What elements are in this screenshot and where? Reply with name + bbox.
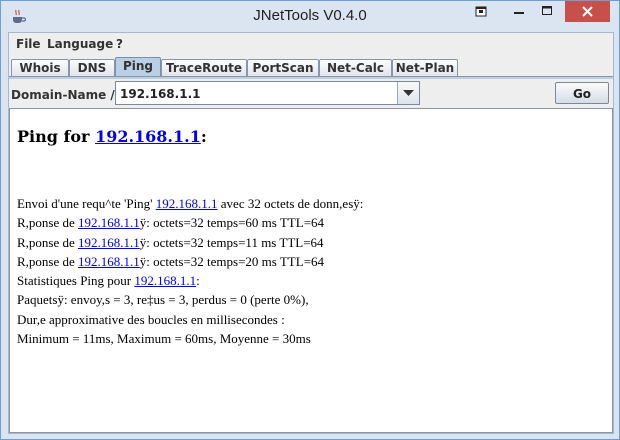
output-line: R,ponse de 192.168.1.1ÿ: octets=32 temps… bbox=[17, 215, 325, 231]
chevron-down-icon bbox=[403, 90, 414, 96]
ip-link[interactable]: 192.168.1.1 bbox=[156, 196, 218, 211]
menu-file[interactable]: File bbox=[16, 37, 41, 51]
maximize-icon bbox=[542, 6, 552, 15]
ip-link[interactable]: 192.168.1.1 bbox=[134, 273, 196, 288]
client-area: File Language ? Whois DNS Ping TraceRout… bbox=[8, 32, 614, 434]
dropdown-button[interactable] bbox=[397, 82, 419, 104]
output-line: R,ponse de 192.168.1.1ÿ: octets=32 temps… bbox=[17, 234, 324, 250]
maximize-button[interactable] bbox=[533, 1, 561, 22]
minimize-button[interactable] bbox=[505, 1, 533, 22]
title-ip-link[interactable]: 192.168.1.1 bbox=[95, 127, 201, 146]
output-line: Minimum = 11ms, Maximum = 60ms, Moyenne … bbox=[17, 331, 311, 347]
restore-button[interactable] bbox=[461, 1, 501, 22]
tab-net-calc[interactable]: Net-Calc bbox=[319, 59, 392, 76]
minimize-icon bbox=[514, 12, 524, 14]
output-lines: Envoi d'une requ^te 'Ping' 192.168.1.1 a… bbox=[17, 194, 363, 348]
go-button[interactable]: Go bbox=[555, 82, 609, 104]
output-title: Ping for 192.168.1.1: bbox=[17, 127, 207, 146]
output-line: Envoi d'une requ^te 'Ping' 192.168.1.1 a… bbox=[17, 196, 364, 211]
close-button[interactable] bbox=[565, 1, 610, 22]
tab-dns[interactable]: DNS bbox=[69, 59, 115, 76]
menu-help[interactable]: ? bbox=[116, 37, 123, 51]
tab-whois[interactable]: Whois bbox=[11, 59, 69, 76]
close-icon bbox=[582, 6, 593, 17]
ping-output-pane[interactable]: Ping for 192.168.1.1: Envoi d'une requ^t… bbox=[9, 108, 613, 433]
restore-icon bbox=[475, 6, 487, 17]
tab-portscan[interactable]: PortScan bbox=[247, 59, 319, 76]
title-bar[interactable]: JNetTools V0.4.0 bbox=[1, 1, 619, 32]
domain-combobox[interactable]: 192.168.1.1 bbox=[115, 81, 420, 105]
tab-divider bbox=[9, 76, 613, 79]
ip-link[interactable]: 192.168.1.1 bbox=[78, 254, 140, 269]
app-window: JNetTools V0.4.0 File Language ? Whois D… bbox=[0, 0, 620, 440]
tab-ping[interactable]: Ping bbox=[115, 57, 161, 77]
output-line: Statistiques Ping pour 192.168.1.1: bbox=[17, 273, 200, 289]
tab-net-plan[interactable]: Net-Plan bbox=[392, 59, 458, 76]
ip-link[interactable]: 192.168.1.1 bbox=[78, 215, 140, 230]
output-line: Dur,e approximative des boucles en milli… bbox=[17, 311, 285, 327]
tab-traceroute[interactable]: TraceRoute bbox=[161, 59, 247, 76]
output-line: Paquetsÿ: envoy,s = 3, re‡us = 3, perdus… bbox=[17, 292, 309, 308]
domain-input[interactable]: 192.168.1.1 bbox=[120, 87, 200, 101]
tab-bar: Whois DNS Ping TraceRoute PortScan Net-C… bbox=[9, 57, 613, 77]
menu-bar: File Language ? bbox=[9, 33, 613, 55]
ip-link[interactable]: 192.168.1.1 bbox=[78, 235, 140, 250]
menu-language[interactable]: Language bbox=[47, 37, 113, 51]
output-line: R,ponse de 192.168.1.1ÿ: octets=32 temps… bbox=[17, 253, 325, 269]
